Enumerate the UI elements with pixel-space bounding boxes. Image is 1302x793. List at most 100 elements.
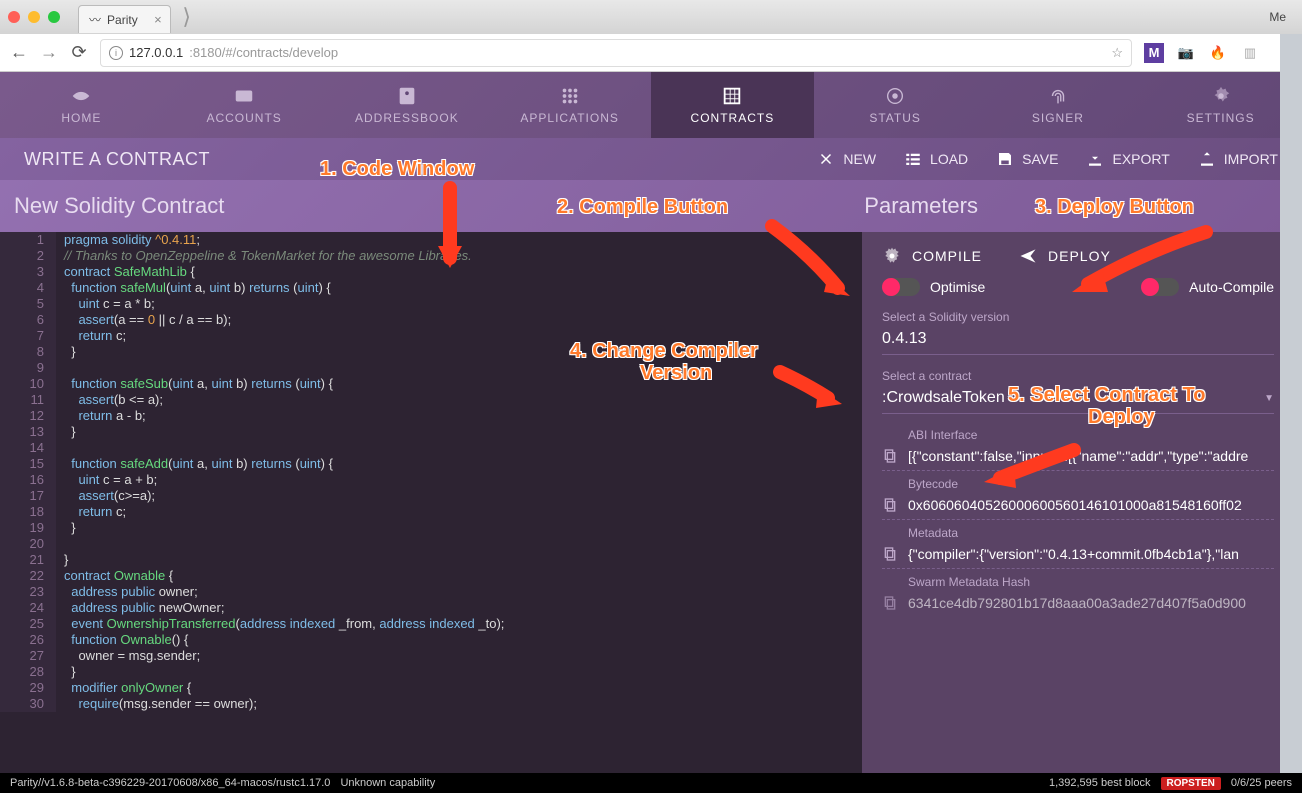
- status-bar: Parity//v1.6.8-beta-c396229-20170608/x86…: [0, 773, 1302, 793]
- code-content: return a - b;: [56, 408, 146, 424]
- contract-name: New Solidity Contract: [14, 193, 224, 219]
- back-button[interactable]: ←: [10, 42, 28, 63]
- contract-value: :CrowdsaleToken: [882, 389, 1005, 407]
- line-number: 15: [0, 456, 56, 472]
- line-number: 18: [0, 504, 56, 520]
- nav-status[interactable]: STATUS: [814, 72, 977, 138]
- copy-icon[interactable]: [882, 497, 898, 513]
- compile-label: COMPILE: [912, 248, 982, 264]
- code-line: 11 assert(b <= a);: [0, 392, 862, 408]
- code-content: function safeMul(uint a, uint b) returns…: [56, 280, 331, 296]
- toggle-label: Auto-Compile: [1189, 279, 1274, 295]
- extension-fire-icon[interactable]: 🔥: [1208, 43, 1228, 63]
- nav-home[interactable]: HOME: [0, 72, 163, 138]
- code-content: assert(a == 0 || c / a == b);: [56, 312, 231, 328]
- deploy-button[interactable]: DEPLOY: [1018, 246, 1111, 266]
- extension-1-icon[interactable]: M: [1144, 43, 1164, 63]
- line-number: 7: [0, 328, 56, 344]
- metadata-row[interactable]: {"compiler":{"version":"0.4.13+commit.0f…: [882, 540, 1274, 569]
- line-number: 20: [0, 536, 56, 552]
- browser-tab[interactable]: 〰 Parity ×: [78, 5, 171, 33]
- load-button[interactable]: LOAD: [904, 150, 968, 168]
- minimize-window-button[interactable]: [28, 11, 40, 23]
- close-window-button[interactable]: [8, 11, 20, 23]
- code-content: address public newOwner;: [56, 600, 224, 616]
- nav-accounts[interactable]: ACCOUNTS: [163, 72, 326, 138]
- gear-icon: [882, 246, 902, 266]
- abi-row[interactable]: [{"constant":false,"inputs":[{"name":"ad…: [882, 442, 1274, 471]
- import-button[interactable]: IMPORT: [1198, 150, 1278, 168]
- code-line: 3contract SafeMathLib {: [0, 264, 862, 280]
- new-tab-button[interactable]: ⟩: [175, 5, 199, 29]
- reload-button[interactable]: ⟳: [70, 42, 88, 63]
- copy-icon[interactable]: [882, 595, 898, 611]
- browser-profile[interactable]: Me: [1269, 10, 1294, 24]
- autocompile-toggle[interactable]: Auto-Compile: [1141, 278, 1274, 296]
- line-number: 27: [0, 648, 56, 664]
- line-number: 8: [0, 344, 56, 360]
- code-content: [56, 360, 64, 376]
- page-header: WRITE A CONTRACT NEW LOAD SAVE EXPORT IM…: [0, 138, 1302, 180]
- code-content: assert(c>=a);: [56, 488, 155, 504]
- nav-applications[interactable]: APPLICATIONS: [488, 72, 651, 138]
- line-number: 1: [0, 232, 56, 248]
- bytecode-row[interactable]: 0x60606040526000600560146101000a81548160…: [882, 491, 1274, 520]
- copy-icon[interactable]: [882, 448, 898, 464]
- toggle-switch[interactable]: [882, 278, 920, 296]
- network-badge: ROPSTEN: [1161, 777, 1221, 790]
- line-number: 4: [0, 280, 56, 296]
- nav-label: SIGNER: [1032, 111, 1084, 125]
- version-label: Select a Solidity version: [882, 310, 1274, 324]
- code-line: 14: [0, 440, 862, 456]
- toggle-switch[interactable]: [1141, 278, 1179, 296]
- maximize-window-button[interactable]: [48, 11, 60, 23]
- url-input[interactable]: i 127.0.0.1:8180/#/contracts/develop ☆: [100, 39, 1132, 67]
- code-line: 26 function Ownable() {: [0, 632, 862, 648]
- list-icon: [904, 150, 922, 168]
- line-number: 6: [0, 312, 56, 328]
- line-number: 2: [0, 248, 56, 264]
- code-editor[interactable]: 1pragma solidity ^0.4.11;2// Thanks to O…: [0, 232, 862, 773]
- compile-button[interactable]: COMPILE: [882, 246, 982, 266]
- contract-select[interactable]: :CrowdsaleToken ▼: [882, 385, 1274, 414]
- line-number: 11: [0, 392, 56, 408]
- nav-settings[interactable]: SETTINGS: [1139, 72, 1302, 138]
- code-content: }: [56, 520, 76, 536]
- copy-icon[interactable]: [882, 546, 898, 562]
- extension-camera-icon[interactable]: 📷: [1176, 43, 1196, 63]
- nav-contracts[interactable]: CONTRACTS: [651, 72, 814, 138]
- nav-signer[interactable]: SIGNER: [977, 72, 1140, 138]
- metadata-label: Metadata: [908, 526, 1274, 540]
- nav-addressbook[interactable]: ADDRESSBOOK: [326, 72, 489, 138]
- code-content: [56, 536, 64, 552]
- forward-button[interactable]: →: [40, 42, 58, 63]
- code-line: 13 }: [0, 424, 862, 440]
- action-label: LOAD: [930, 151, 968, 167]
- bookmark-star-icon[interactable]: ☆: [1111, 45, 1123, 61]
- status-icon: [884, 85, 906, 107]
- main-nav: HOME ACCOUNTS ADDRESSBOOK APPLICATIONS C…: [0, 72, 1302, 138]
- extension-bars-icon[interactable]: ▥: [1240, 43, 1260, 63]
- contract-select-label: Select a contract: [882, 369, 1274, 383]
- code-content: require(msg.sender == owner);: [56, 696, 257, 712]
- code-content: return c;: [56, 504, 126, 520]
- line-number: 24: [0, 600, 56, 616]
- line-number: 19: [0, 520, 56, 536]
- action-label: SAVE: [1022, 151, 1058, 167]
- sub-header: New Solidity Contract Parameters: [0, 180, 1302, 232]
- new-button[interactable]: NEW: [817, 150, 876, 168]
- deploy-label: DEPLOY: [1048, 248, 1111, 264]
- swarm-row[interactable]: 6341ce4db792801b17d8aaa00a3ade27d407f5a0…: [882, 589, 1274, 617]
- close-tab-icon[interactable]: ×: [154, 12, 162, 27]
- info-icon: i: [109, 46, 123, 60]
- code-line: 21}: [0, 552, 862, 568]
- code-line: 9: [0, 360, 862, 376]
- chevron-down-icon: ▼: [1264, 393, 1274, 404]
- save-button[interactable]: SAVE: [996, 150, 1058, 168]
- action-label: IMPORT: [1224, 151, 1278, 167]
- version-select[interactable]: 0.4.13: [882, 326, 1274, 355]
- fingerprint-icon: [1047, 85, 1069, 107]
- optimise-toggle[interactable]: Optimise: [882, 278, 985, 296]
- export-button[interactable]: EXPORT: [1086, 150, 1169, 168]
- code-content: event OwnershipTransferred(address index…: [56, 616, 504, 632]
